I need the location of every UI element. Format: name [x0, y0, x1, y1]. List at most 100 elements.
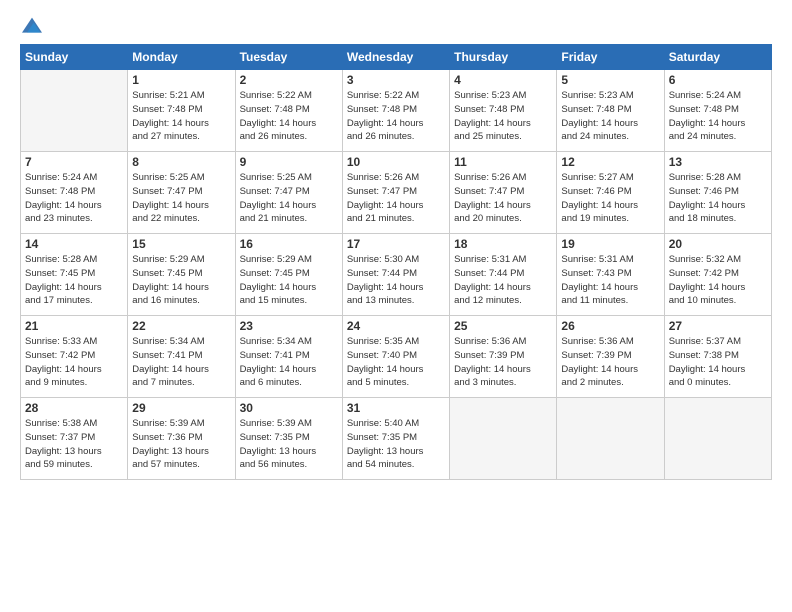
day-cell: 30 Sunrise: 5:39 AM Sunset: 7:35 PM Dayli…: [235, 398, 342, 480]
day-cell: 5Sunrise: 5:23 AM Sunset: 7:48 PM Daylig…: [557, 70, 664, 152]
day-cell: 20 Sunrise: 5:32 AM Sunset: 7:42 PM Dayli…: [664, 234, 771, 316]
day-cell: 10Sunrise: 5:26 AM Sunset: 7:47 PM Dayli…: [342, 152, 449, 234]
day-cell: 19 Sunrise: 5:31 AM Sunset: 7:43 PM Dayli…: [557, 234, 664, 316]
day-cell: 8 Sunrise: 5:25 AM Sunset: 7:47 PM Daylig…: [128, 152, 235, 234]
day-cell: 27 Sunrise: 5:37 AM Sunset: 7:38 PM Dayli…: [664, 316, 771, 398]
day-cell: 7Sunrise: 5:24 AM Sunset: 7:48 PM Daylig…: [21, 152, 128, 234]
day-cell: 14Sunrise: 5:28 AM Sunset: 7:45 PM Dayli…: [21, 234, 128, 316]
day-number: 30: [240, 401, 338, 415]
day-cell: 16 Sunrise: 5:29 AM Sunset: 7:45 PM Dayli…: [235, 234, 342, 316]
day-info: Sunrise: 5:31 AM Sunset: 7:44 PM Dayligh…: [454, 253, 552, 308]
day-cell: 3Sunrise: 5:22 AM Sunset: 7:48 PM Daylig…: [342, 70, 449, 152]
day-info: Sunrise: 5:23 AM Sunset: 7:48 PM Dayligh…: [561, 89, 659, 144]
day-number: 7: [25, 155, 123, 169]
day-info: Sunrise: 5:36 AM Sunset: 7:39 PM Dayligh…: [454, 335, 552, 390]
week-row-3: 21 Sunrise: 5:33 AM Sunset: 7:42 PM Dayli…: [21, 316, 772, 398]
day-number: 12: [561, 155, 659, 169]
calendar-table: SundayMondayTuesdayWednesdayThursdayFrid…: [20, 44, 772, 480]
day-info: Sunrise: 5:24 AM Sunset: 7:48 PM Dayligh…: [669, 89, 767, 144]
day-cell: 26 Sunrise: 5:36 AM Sunset: 7:39 PM Dayli…: [557, 316, 664, 398]
day-cell: 23 Sunrise: 5:34 AM Sunset: 7:41 PM Dayli…: [235, 316, 342, 398]
day-cell: [557, 398, 664, 480]
day-number: 31: [347, 401, 445, 415]
day-info: Sunrise: 5:39 AM Sunset: 7:35 PM Dayligh…: [240, 417, 338, 472]
day-number: 27: [669, 319, 767, 333]
day-cell: [664, 398, 771, 480]
day-cell: 28Sunrise: 5:38 AM Sunset: 7:37 PM Dayli…: [21, 398, 128, 480]
week-row-2: 14Sunrise: 5:28 AM Sunset: 7:45 PM Dayli…: [21, 234, 772, 316]
day-number: 6: [669, 73, 767, 87]
day-cell: 9 Sunrise: 5:25 AM Sunset: 7:47 PM Daylig…: [235, 152, 342, 234]
day-info: Sunrise: 5:29 AM Sunset: 7:45 PM Dayligh…: [132, 253, 230, 308]
page: SundayMondayTuesdayWednesdayThursdayFrid…: [0, 0, 792, 490]
header-cell-thursday: Thursday: [450, 45, 557, 70]
day-number: 22: [132, 319, 230, 333]
day-cell: 25 Sunrise: 5:36 AM Sunset: 7:39 PM Dayli…: [450, 316, 557, 398]
day-cell: 15 Sunrise: 5:29 AM Sunset: 7:45 PM Dayli…: [128, 234, 235, 316]
day-number: 19: [561, 237, 659, 251]
day-info: Sunrise: 5:25 AM Sunset: 7:47 PM Dayligh…: [132, 171, 230, 226]
day-info: Sunrise: 5:23 AM Sunset: 7:48 PM Dayligh…: [454, 89, 552, 144]
day-cell: 2 Sunrise: 5:22 AM Sunset: 7:48 PM Daylig…: [235, 70, 342, 152]
day-number: 26: [561, 319, 659, 333]
day-number: 9: [240, 155, 338, 169]
day-info: Sunrise: 5:29 AM Sunset: 7:45 PM Dayligh…: [240, 253, 338, 308]
day-number: 24: [347, 319, 445, 333]
day-number: 3: [347, 73, 445, 87]
day-info: Sunrise: 5:36 AM Sunset: 7:39 PM Dayligh…: [561, 335, 659, 390]
day-number: 23: [240, 319, 338, 333]
header-row: SundayMondayTuesdayWednesdayThursdayFrid…: [21, 45, 772, 70]
day-number: 18: [454, 237, 552, 251]
day-number: 4: [454, 73, 552, 87]
day-number: 21: [25, 319, 123, 333]
day-info: Sunrise: 5:32 AM Sunset: 7:42 PM Dayligh…: [669, 253, 767, 308]
day-number: 8: [132, 155, 230, 169]
day-cell: 31 Sunrise: 5:40 AM Sunset: 7:35 PM Dayli…: [342, 398, 449, 480]
week-row-4: 28Sunrise: 5:38 AM Sunset: 7:37 PM Dayli…: [21, 398, 772, 480]
day-info: Sunrise: 5:40 AM Sunset: 7:35 PM Dayligh…: [347, 417, 445, 472]
day-number: 25: [454, 319, 552, 333]
day-info: Sunrise: 5:34 AM Sunset: 7:41 PM Dayligh…: [240, 335, 338, 390]
day-cell: [450, 398, 557, 480]
day-info: Sunrise: 5:26 AM Sunset: 7:47 PM Dayligh…: [454, 171, 552, 226]
day-cell: 29 Sunrise: 5:39 AM Sunset: 7:36 PM Dayli…: [128, 398, 235, 480]
day-number: 11: [454, 155, 552, 169]
day-info: Sunrise: 5:31 AM Sunset: 7:43 PM Dayligh…: [561, 253, 659, 308]
day-cell: 21 Sunrise: 5:33 AM Sunset: 7:42 PM Dayli…: [21, 316, 128, 398]
day-cell: [21, 70, 128, 152]
header-cell-tuesday: Tuesday: [235, 45, 342, 70]
day-number: 15: [132, 237, 230, 251]
day-number: 16: [240, 237, 338, 251]
header-cell-saturday: Saturday: [664, 45, 771, 70]
day-cell: 4 Sunrise: 5:23 AM Sunset: 7:48 PM Daylig…: [450, 70, 557, 152]
day-number: 2: [240, 73, 338, 87]
day-info: Sunrise: 5:27 AM Sunset: 7:46 PM Dayligh…: [561, 171, 659, 226]
week-row-1: 7Sunrise: 5:24 AM Sunset: 7:48 PM Daylig…: [21, 152, 772, 234]
day-info: Sunrise: 5:38 AM Sunset: 7:37 PM Dayligh…: [25, 417, 123, 472]
header: [20, 16, 772, 36]
day-info: Sunrise: 5:37 AM Sunset: 7:38 PM Dayligh…: [669, 335, 767, 390]
day-cell: 11 Sunrise: 5:26 AM Sunset: 7:47 PM Dayli…: [450, 152, 557, 234]
day-info: Sunrise: 5:25 AM Sunset: 7:47 PM Dayligh…: [240, 171, 338, 226]
day-info: Sunrise: 5:28 AM Sunset: 7:46 PM Dayligh…: [669, 171, 767, 226]
logo-icon: [22, 16, 42, 36]
day-cell: 13Sunrise: 5:28 AM Sunset: 7:46 PM Dayli…: [664, 152, 771, 234]
day-info: Sunrise: 5:35 AM Sunset: 7:40 PM Dayligh…: [347, 335, 445, 390]
day-info: Sunrise: 5:39 AM Sunset: 7:36 PM Dayligh…: [132, 417, 230, 472]
day-number: 29: [132, 401, 230, 415]
day-info: Sunrise: 5:33 AM Sunset: 7:42 PM Dayligh…: [25, 335, 123, 390]
day-info: Sunrise: 5:22 AM Sunset: 7:48 PM Dayligh…: [240, 89, 338, 144]
day-info: Sunrise: 5:21 AM Sunset: 7:48 PM Dayligh…: [132, 89, 230, 144]
header-cell-sunday: Sunday: [21, 45, 128, 70]
day-cell: 18 Sunrise: 5:31 AM Sunset: 7:44 PM Dayli…: [450, 234, 557, 316]
header-cell-wednesday: Wednesday: [342, 45, 449, 70]
day-cell: 12 Sunrise: 5:27 AM Sunset: 7:46 PM Dayli…: [557, 152, 664, 234]
day-cell: 22 Sunrise: 5:34 AM Sunset: 7:41 PM Dayli…: [128, 316, 235, 398]
day-cell: 6 Sunrise: 5:24 AM Sunset: 7:48 PM Daylig…: [664, 70, 771, 152]
logo: [20, 16, 42, 36]
week-row-0: 1Sunrise: 5:21 AM Sunset: 7:48 PM Daylig…: [21, 70, 772, 152]
header-cell-friday: Friday: [557, 45, 664, 70]
day-number: 20: [669, 237, 767, 251]
day-info: Sunrise: 5:34 AM Sunset: 7:41 PM Dayligh…: [132, 335, 230, 390]
day-cell: 24 Sunrise: 5:35 AM Sunset: 7:40 PM Dayli…: [342, 316, 449, 398]
